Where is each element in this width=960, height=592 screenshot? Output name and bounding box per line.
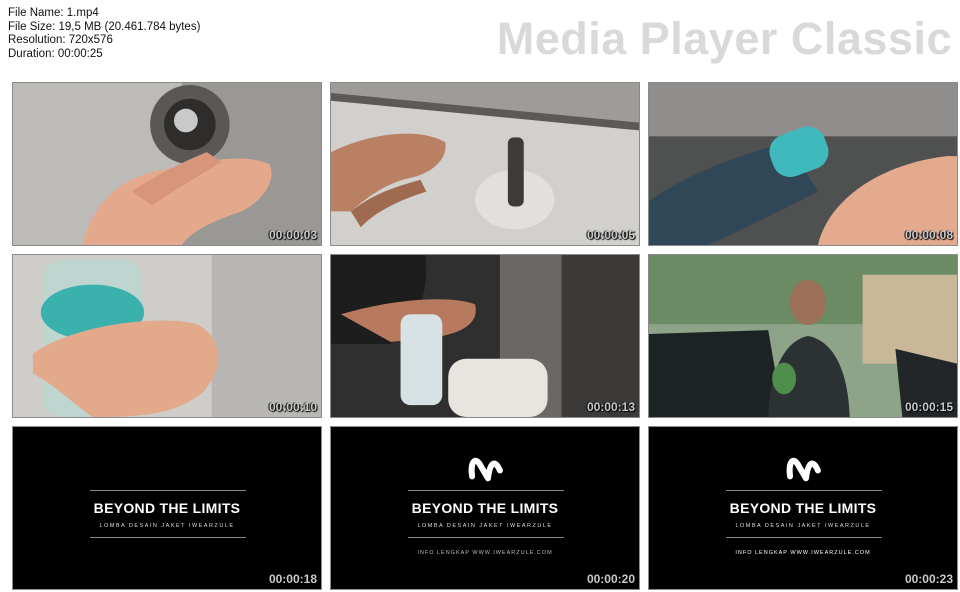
promo-subtitle: LOMBA DESAIN JAKET IWEARZULE (99, 523, 235, 529)
thumbnail-1[interactable]: 00:00:03 (12, 82, 322, 246)
thumbnail-4[interactable]: 00:00:10 (12, 254, 322, 418)
thumbnail-7[interactable]: BEYOND THE LIMITS LOMBA DESAIN JAKET IWE… (12, 426, 322, 590)
timestamp: 00:00:18 (268, 572, 317, 586)
promo-subtitle: LOMBA DESAIN JAKET IWEARZULE (417, 523, 553, 529)
thumbnail-3[interactable]: 00:00:08 (648, 82, 958, 246)
promo-subtitle: LOMBA DESAIN JAKET IWEARZULE (735, 523, 871, 529)
file-info: File Name: 1.mp4 File Size: 19,5 MB (20.… (8, 7, 200, 61)
promo-title: BEYOND THE LIMITS (729, 500, 877, 516)
divider (90, 490, 246, 491)
bottle-holder-icon (331, 255, 639, 417)
timestamp: 00:00:23 (904, 572, 953, 586)
timestamp: 00:00:08 (904, 228, 953, 242)
divider (90, 537, 246, 538)
bottle-cap-icon (649, 83, 957, 245)
promo-title: BEYOND THE LIMITS (93, 500, 241, 516)
thumbnail-8[interactable]: BEYOND THE LIMITS LOMBA DESAIN JAKET IWE… (330, 426, 640, 590)
duration: Duration: 00:00:25 (8, 47, 103, 60)
hand-knob-icon (13, 83, 321, 245)
thumbnail-6[interactable]: 00:00:15 (648, 254, 958, 418)
man-car-icon (649, 255, 957, 417)
divider (408, 490, 564, 491)
timestamp: 00:00:05 (586, 228, 635, 242)
door-lock-icon (331, 83, 639, 245)
file-size: File Size: 19,5 MB (20.461.784 bytes) (8, 20, 201, 33)
timestamp: 00:00:10 (268, 400, 317, 414)
promo-info: INFO LENGKAP WWW.IWEARZULE.COM (735, 550, 871, 556)
thumbnail-5[interactable]: 00:00:13 (330, 254, 640, 418)
promo-title: BEYOND THE LIMITS (411, 500, 559, 516)
timestamp: 00:00:15 (904, 400, 953, 414)
thumbnail-9[interactable]: BEYOND THE LIMITS LOMBA DESAIN JAKET IWE… (648, 426, 958, 590)
brand-watermark: Media Player Classic (496, 13, 952, 64)
file-name: File Name: 1.mp4 (8, 7, 99, 19)
divider (726, 490, 882, 491)
timestamp: 00:00:13 (586, 400, 635, 414)
hand-bottle-icon (13, 255, 321, 417)
thumbnail-2[interactable]: 00:00:05 (330, 82, 640, 246)
divider (726, 537, 882, 538)
timestamp: 00:00:20 (586, 572, 635, 586)
divider (408, 537, 564, 538)
timestamp: 00:00:03 (268, 228, 317, 242)
promo-info: INFO LENGKAP WWW.IWEARZULE.COM (417, 550, 553, 556)
resolution: Resolution: 720x576 (8, 34, 113, 46)
